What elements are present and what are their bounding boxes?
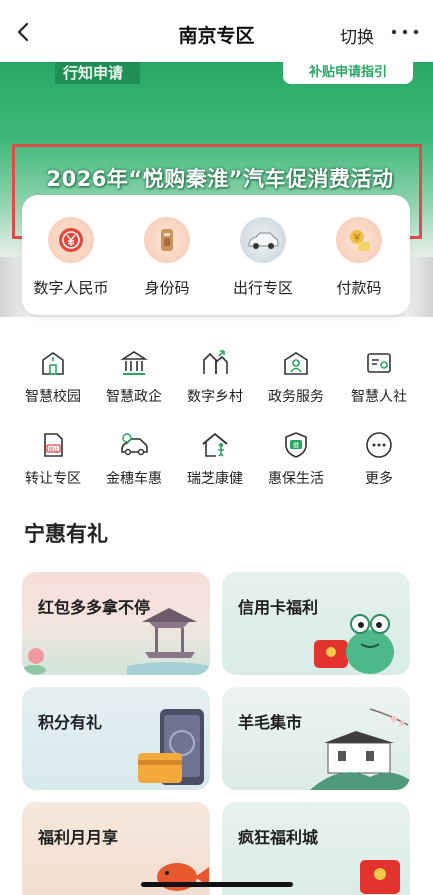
home-indicator[interactable] (141, 882, 293, 887)
service-label: 金穗车惠 (106, 471, 162, 487)
quick-action-digital-rmb[interactable]: 数字人民币 (26, 217, 116, 298)
quick-action-label: 数字人民币 (33, 279, 109, 297)
promo-card-red-packets[interactable]: 红包多多拿不停 (22, 572, 210, 675)
banner-sign-right: 补贴申请指引 (283, 62, 413, 84)
service-label: 智慧政企 (106, 389, 162, 405)
quick-action-label: 出行专区 (232, 279, 293, 297)
digital-rmb-icon (48, 217, 94, 263)
pavilion-illustration (127, 608, 210, 675)
service-smart-campus[interactable]: 智慧校园 (10, 348, 96, 406)
government-building-icon (120, 351, 148, 375)
quick-actions-card: 数字人民币 身份码 出行专区 付款码 (22, 195, 410, 315)
quick-action-travel[interactable]: 出行专区 (218, 217, 308, 298)
service-label: 转让专区 (25, 471, 81, 487)
id-code-icon (144, 217, 190, 263)
red-packet-illustration (360, 860, 400, 894)
banner-title: 2026年“悦购秦淮”汽车促消费活动 (46, 167, 394, 191)
frog-mascot-illustration (314, 614, 394, 674)
service-more[interactable]: 更多 (336, 430, 422, 488)
service-car-benefit[interactable]: 金穗车惠 (91, 430, 177, 488)
section-title: 宁惠有礼 (24, 522, 108, 546)
traditional-house-illustration (310, 708, 410, 790)
svg-text:健: 健 (293, 442, 299, 450)
service-digital-village[interactable]: 数字乡村 (172, 348, 258, 406)
more-options-icon[interactable] (390, 28, 420, 36)
more-icon (366, 432, 392, 458)
service-label: 更多 (365, 471, 393, 487)
village-icon (203, 350, 228, 374)
service-transfer-zone[interactable]: 转让 转让专区 (10, 430, 96, 488)
payment-code-icon (336, 217, 382, 263)
service-label: 惠保生活 (268, 471, 324, 487)
service-insurance-life[interactable]: 健 惠保生活 (253, 430, 339, 488)
quick-action-payment-code[interactable]: 付款码 (314, 217, 404, 298)
service-label: 瑞芝康健 (187, 471, 243, 487)
service-government-services[interactable]: 政务服务 (253, 348, 339, 406)
car-icon (240, 217, 286, 263)
promo-title: 疯狂福利城 (238, 828, 319, 847)
service-smart-government[interactable]: 智慧政企 (91, 348, 177, 406)
id-card-icon (367, 353, 391, 373)
top-nav-bar: 南京专区 切换 (0, 0, 433, 62)
transfer-doc-icon: 转让 (44, 433, 63, 457)
banner-sign-left: 行知申请 (55, 62, 140, 84)
phone-card-illustration (138, 709, 204, 785)
service-label: 政务服务 (268, 389, 324, 405)
quick-action-label: 身份码 (144, 279, 190, 297)
service-smart-social-security[interactable]: 智慧人社 (336, 348, 422, 406)
service-hall-icon (284, 352, 308, 375)
school-icon (42, 352, 64, 375)
quick-action-label: 付款码 (336, 279, 382, 297)
promo-card-wool-market[interactable]: 羊毛集市 (222, 687, 410, 790)
switch-region-button[interactable]: 切换 (340, 23, 374, 48)
service-label: 智慧人社 (351, 389, 407, 405)
promo-card-points[interactable]: 积分有礼 (22, 687, 210, 790)
service-label: 智慧校园 (25, 389, 81, 405)
promo-title: 羊毛集市 (238, 713, 303, 732)
car-coin-icon (121, 433, 148, 456)
koi-fish-illustration (157, 863, 209, 891)
promo-title: 福利月月享 (38, 828, 119, 847)
svg-text:转让: 转让 (48, 446, 58, 453)
promo-title: 信用卡福利 (238, 598, 319, 617)
shield-health-icon: 健 (285, 432, 307, 458)
service-health[interactable]: 瑞芝康健 (172, 430, 258, 488)
service-label: 数字乡村 (187, 389, 243, 405)
quick-action-id-code[interactable]: 身份码 (122, 217, 212, 298)
promo-title: 积分有礼 (38, 713, 103, 732)
lotus-illustration (22, 648, 46, 675)
health-home-icon (202, 432, 228, 457)
promo-card-credit-card[interactable]: 信用卡福利 (222, 572, 410, 675)
